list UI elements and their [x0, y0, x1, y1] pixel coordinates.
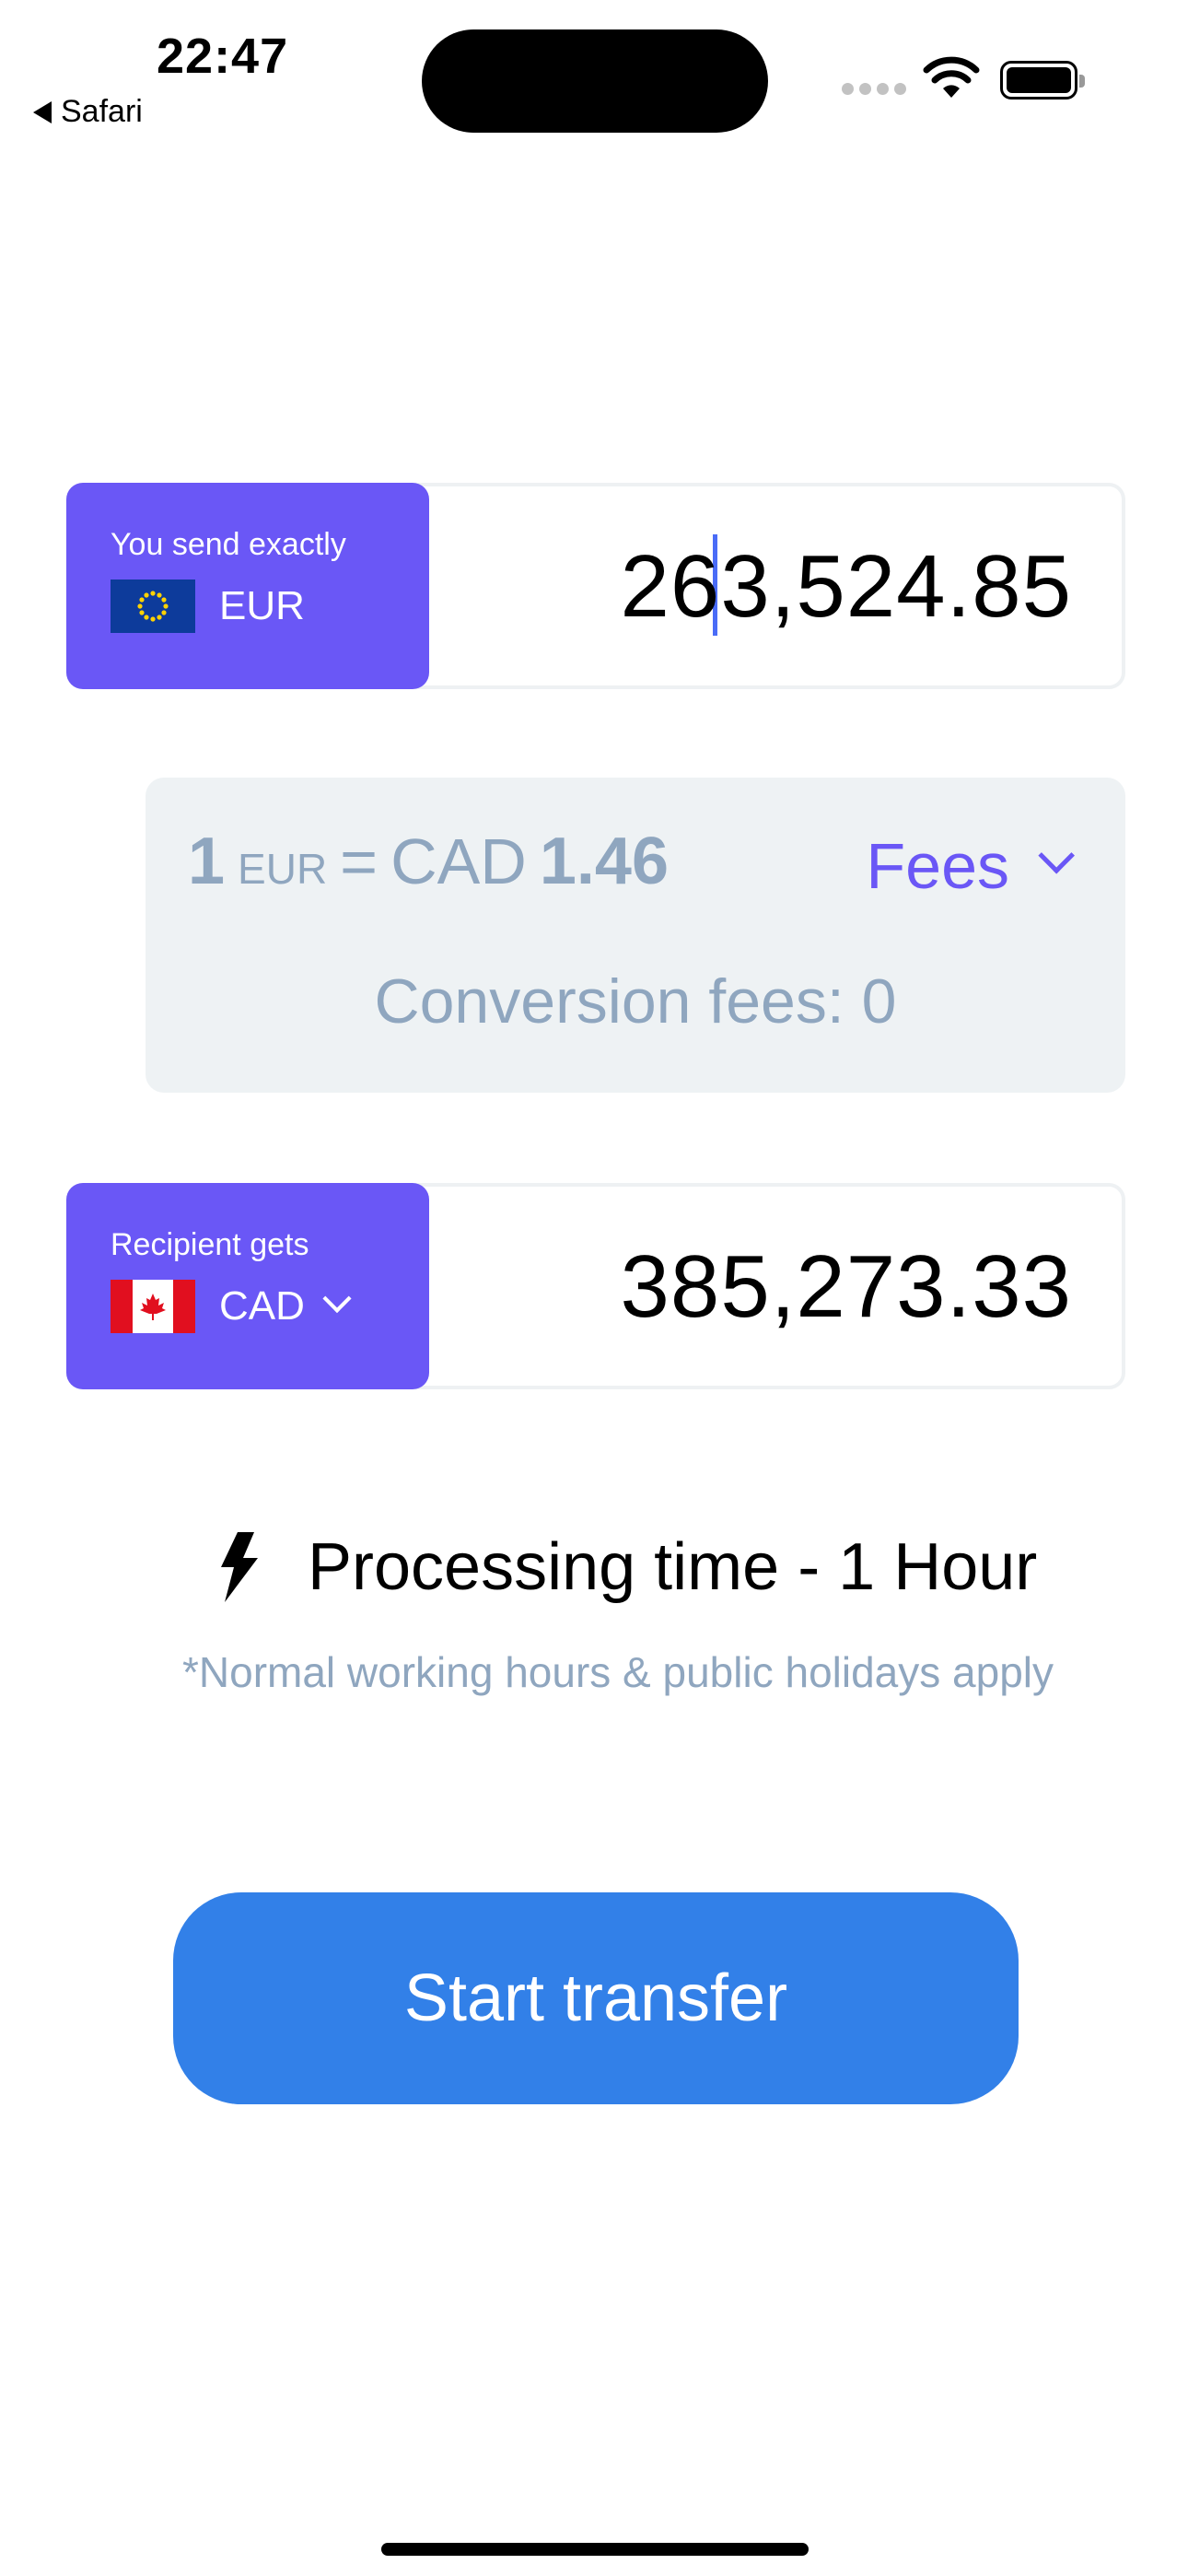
back-to-safari-link[interactable]: Safari [33, 94, 143, 130]
status-time: 22:47 [157, 29, 289, 84]
processing-time: Processing time - 1 Hour [217, 1529, 1037, 1605]
processing-time-text: Processing time - 1 Hour [308, 1530, 1038, 1604]
eu-flag-icon [111, 580, 195, 633]
receive-label: Recipient gets [111, 1227, 309, 1262]
send-amount-row: You send exactly EUR 263,524.85 [66, 483, 1125, 689]
receive-currency-selector[interactable]: Recipient gets CAD [66, 1183, 429, 1389]
signal-icon [842, 83, 906, 95]
lightning-icon [221, 1532, 258, 1602]
chevron-down-icon [1038, 837, 1075, 874]
send-amount-input[interactable]: 263,524.85 [621, 536, 1072, 638]
fees-label: Fees [866, 830, 1009, 902]
send-currency-code: EUR [219, 583, 305, 628]
back-arrow-icon [33, 100, 52, 123]
wifi-icon [923, 56, 980, 98]
rate-base-amount: 1 [188, 825, 226, 898]
fees-toggle[interactable]: Fees [866, 829, 1075, 903]
canada-flag-icon [111, 1280, 195, 1333]
chevron-down-icon [322, 1283, 352, 1314]
send-currency-selector[interactable]: You send exactly EUR [66, 483, 429, 689]
start-transfer-button[interactable]: Start transfer [173, 1892, 1019, 2104]
battery-icon [1000, 61, 1085, 100]
exchange-rate-panel: 1 EUR = CAD 1.46 Fees Conversion fees: 0 [146, 778, 1125, 1093]
exchange-rate: 1 EUR = CAD 1.46 [188, 824, 669, 899]
dynamic-island [422, 29, 768, 133]
receive-currency-code: CAD [219, 1283, 305, 1329]
receive-amount-value: 385,273.33 [620, 1237, 1072, 1336]
back-label: Safari [61, 94, 143, 129]
rate-base-currency: EUR [238, 845, 328, 893]
working-hours-note: *Normal working hours & public holidays … [182, 1648, 1054, 1696]
rate-quote-amount: 1.46 [539, 825, 669, 898]
rate-equals: = [340, 825, 379, 897]
rate-quote-currency: CAD [390, 825, 527, 897]
send-label: You send exactly [111, 527, 346, 562]
home-indicator[interactable] [381, 2543, 809, 2556]
receive-amount-row: Recipient gets CAD 385,273.33 [66, 1183, 1125, 1389]
conversion-fees: Conversion fees: 0 [374, 966, 897, 1036]
